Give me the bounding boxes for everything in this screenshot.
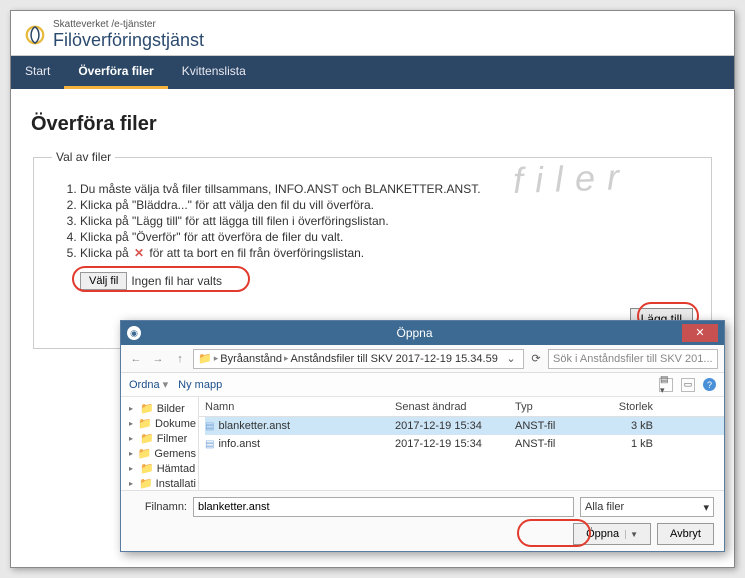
nav-transfer-files[interactable]: Överföra filer (64, 56, 167, 89)
no-file-chosen-text: Ingen fil har valts (131, 274, 222, 288)
service-title: Filöverföringstjänst (53, 30, 204, 51)
instruction-list: Du måste välja två filer tillsammans, IN… (62, 182, 693, 260)
skatteverket-logo (23, 23, 47, 47)
nav-forward-icon[interactable]: → (149, 350, 167, 368)
fieldset-legend: Val av filer (52, 150, 115, 164)
nav-back-icon[interactable]: ← (127, 350, 145, 368)
file-list-header: Namn Senast ändrad Typ Storlek (199, 397, 724, 417)
file-open-dialog: ◉ Öppna ✕ ← → ↑ 📁 ▸ Byråanstånd ▸ Anstån… (120, 320, 725, 552)
file-row[interactable]: ▤info.anst 2017-12-19 15:34 ANST-fil 1 k… (205, 435, 724, 453)
instruction-item: Du måste välja två filer tillsammans, IN… (80, 182, 693, 196)
col-header-date[interactable]: Senast ändrad (395, 401, 515, 413)
app-header: Skatteverket /e-tjänster Filöverföringst… (11, 11, 734, 56)
view-options-icon[interactable]: ▤ ▾ (659, 378, 673, 392)
instruction-item: Klicka på "Lägg till" för att lägga till… (80, 214, 693, 228)
tree-item[interactable]: ▸📁Installati (123, 476, 196, 490)
instruction-item: Klicka på "Överför" för att överföra de … (80, 230, 693, 244)
path-dropdown-icon[interactable]: ⌄ (503, 352, 519, 365)
col-header-name[interactable]: Namn (205, 401, 395, 413)
file-row[interactable]: ▤blanketter.anst 2017-12-19 15:34 ANST-f… (205, 417, 724, 435)
file-type-filter[interactable]: Alla filer▾ (580, 497, 714, 517)
breadcrumb-path[interactable]: 📁 ▸ Byråanstånd ▸ Anståndsfiler till SKV… (193, 349, 524, 369)
dialog-titlebar: ◉ Öppna ✕ (121, 321, 724, 345)
tree-item[interactable]: ▸📁Filmer (123, 431, 196, 446)
org-subtitle: Skatteverket /e-tjänster (53, 19, 204, 30)
dialog-close-button[interactable]: ✕ (682, 324, 718, 342)
file-icon: ▤ (205, 421, 214, 432)
breadcrumb-segment[interactable]: Anståndsfiler till SKV 2017-12-19 15.34.… (291, 353, 498, 365)
col-header-size[interactable]: Storlek (605, 401, 665, 413)
nav-up-icon[interactable]: ↑ (171, 350, 189, 368)
tree-item[interactable]: ▸📁Gemens (123, 446, 196, 461)
breadcrumb-segment[interactable]: Byråanstånd (220, 353, 282, 365)
dialog-bottom-bar: Filnamn: Alla filer▾ Öppna▼ Avbryt (121, 490, 724, 551)
cancel-button[interactable]: Avbryt (657, 523, 714, 545)
search-placeholder-text: Sök i Anståndsfiler till SKV 201... (553, 353, 713, 365)
remove-x-icon: ✕ (132, 246, 146, 260)
refresh-icon[interactable]: ⟳ (528, 352, 544, 365)
chrome-icon: ◉ (127, 326, 141, 340)
choose-file-button[interactable]: Välj fil (80, 272, 127, 290)
open-button[interactable]: Öppna▼ (573, 523, 651, 545)
dialog-title: Öppna (147, 326, 682, 340)
dialog-search-input[interactable]: Sök i Anståndsfiler till SKV 201... (548, 349, 718, 369)
dialog-nav-row: ← → ↑ 📁 ▸ Byråanstånd ▸ Anståndsfiler ti… (121, 345, 724, 373)
page-title: Överföra filer (31, 113, 714, 136)
tree-item[interactable]: ▸📁Dokume (123, 416, 196, 431)
organize-menu[interactable]: Ordna ▾ (129, 378, 168, 391)
new-folder-button[interactable]: Ny mapp (178, 379, 222, 391)
instruction-item: Klicka på "Bläddra..." för att välja den… (80, 198, 693, 212)
filename-label: Filnamn: (131, 501, 187, 513)
help-icon[interactable]: ? (703, 378, 716, 391)
file-icon: ▤ (205, 439, 214, 450)
main-nav: Start Överföra filer Kvittenslista (11, 56, 734, 89)
folder-tree: ▸📁Bilder ▸📁Dokume ▸📁Filmer ▸📁Gemens ▸📁Hä… (121, 397, 199, 490)
filename-input[interactable] (193, 497, 574, 517)
file-list: Namn Senast ändrad Typ Storlek ▤blankett… (199, 397, 724, 490)
tree-item[interactable]: ▸📁Bilder (123, 401, 196, 416)
open-split-caret[interactable]: ▼ (625, 530, 638, 539)
nav-start[interactable]: Start (11, 56, 64, 89)
nav-receipts[interactable]: Kvittenslista (168, 56, 260, 89)
tree-item[interactable]: ▸📁Hämtad (123, 461, 196, 476)
dialog-toolbar: Ordna ▾ Ny mapp ▤ ▾ ▭ ? (121, 373, 724, 397)
preview-pane-icon[interactable]: ▭ (681, 378, 695, 392)
instruction-item: Klicka på ✕ för att ta bort en fil från … (80, 246, 693, 260)
col-header-type[interactable]: Typ (515, 401, 605, 413)
folder-icon: 📁 (198, 352, 212, 365)
chevron-down-icon: ▾ (703, 501, 709, 514)
